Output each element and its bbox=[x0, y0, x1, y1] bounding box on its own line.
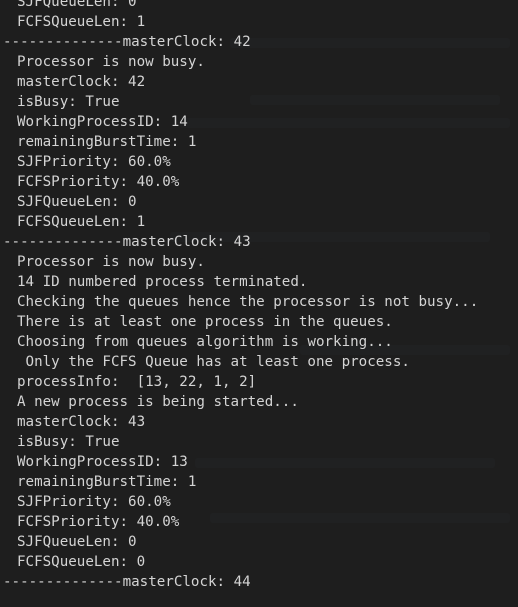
terminal-line: masterClock: 43 bbox=[17, 414, 146, 430]
terminal-line: FCFSQueueLen: 1 bbox=[17, 14, 146, 30]
terminal-line: remainingBurstTime: 1 bbox=[17, 134, 197, 150]
terminal-line: isBusy: True bbox=[17, 94, 120, 110]
terminal-line: processInfo: [13, 22, 1, 2] bbox=[17, 374, 257, 390]
terminal-line: FCFSQueueLen: 1 bbox=[17, 214, 146, 230]
terminal-line: 14 ID numbered process terminated. bbox=[17, 274, 308, 290]
terminal-line: There is at least one process in the que… bbox=[17, 314, 393, 330]
terminal-line: SJFPriority: 60.0% bbox=[17, 494, 171, 510]
terminal-line: Processor is now busy. bbox=[17, 254, 205, 270]
terminal-line: WorkingProcessID: 13 bbox=[17, 454, 188, 470]
terminal-line: isBusy: True bbox=[17, 434, 120, 450]
clock-separator-line: --------------masterClock: 42 bbox=[3, 34, 251, 50]
terminal-output-panel[interactable]: SJFQueueLen: 0 FCFSQueueLen: 1 -----------… bbox=[0, 0, 518, 607]
terminal-line: Only the FCFS Queue has at least one pro… bbox=[17, 354, 410, 370]
terminal-line: Choosing from queues algorithm is workin… bbox=[17, 334, 393, 350]
terminal-line: FCFSPriority: 40.0% bbox=[17, 514, 180, 530]
terminal-line: SJFQueueLen: 0 bbox=[17, 194, 137, 210]
terminal-line: SJFQueueLen: 0 bbox=[17, 0, 137, 10]
terminal-line: Checking the queues hence the processor … bbox=[17, 294, 479, 310]
terminal-line: masterClock: 42 bbox=[17, 74, 146, 90]
terminal-line: FCFSPriority: 40.0% bbox=[17, 174, 180, 190]
terminal-line: Processor is now busy. bbox=[17, 54, 205, 70]
terminal-line: A new process is being started... bbox=[17, 394, 299, 410]
terminal-line: remainingBurstTime: 1 bbox=[17, 474, 197, 490]
terminal-line: SJFQueueLen: 0 bbox=[17, 534, 137, 550]
terminal-line: SJFPriority: 60.0% bbox=[17, 154, 171, 170]
terminal-line: WorkingProcessID: 14 bbox=[17, 114, 188, 130]
clock-separator-line: --------------masterClock: 44 bbox=[3, 574, 251, 590]
clock-separator-line: --------------masterClock: 43 bbox=[3, 234, 251, 250]
terminal-line: FCFSQueueLen: 0 bbox=[17, 554, 146, 570]
terminal-lines: SJFQueueLen: 0 FCFSQueueLen: 1 -----------… bbox=[0, 0, 478, 607]
